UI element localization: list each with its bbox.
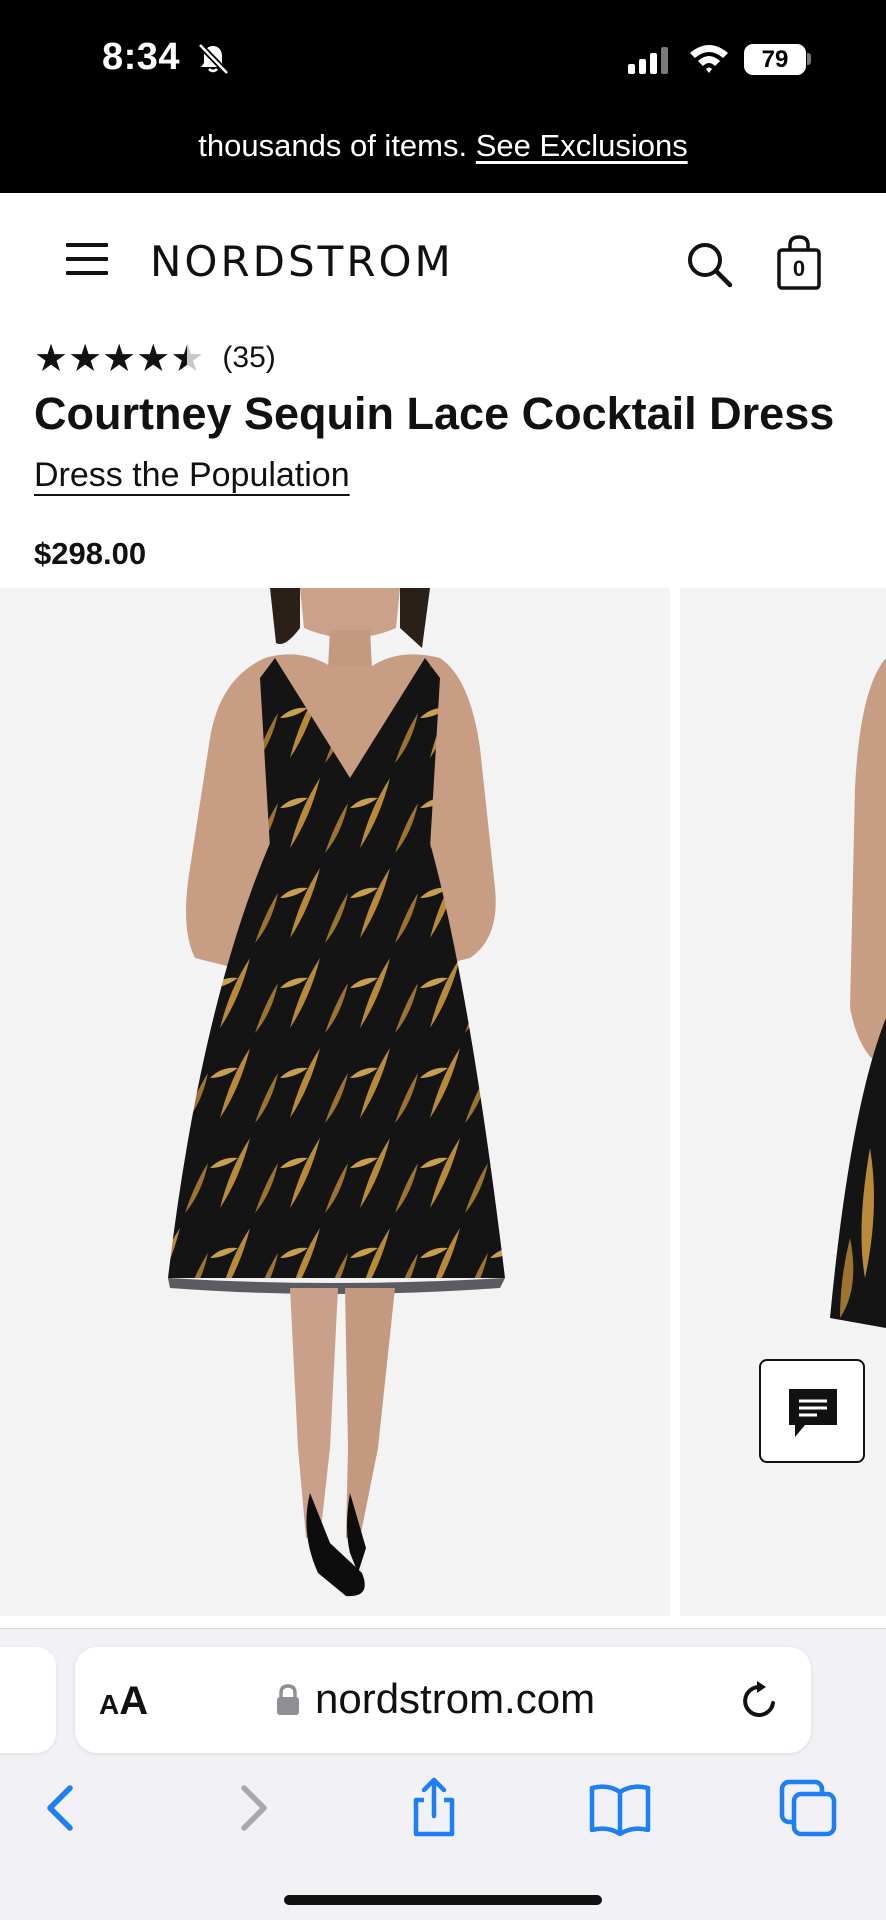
dress-photo: [168, 588, 505, 1597]
battery-tip: [807, 53, 811, 65]
reader-mode-button[interactable]: AA: [99, 1679, 148, 1724]
brand-link[interactable]: Dress the Population: [34, 456, 350, 495]
forward-icon[interactable]: [220, 1776, 284, 1840]
bag-count: 0: [792, 256, 806, 281]
star-icon: ★: [68, 336, 103, 380]
battery-indicator: 79: [744, 44, 806, 75]
search-icon[interactable]: [684, 239, 734, 289]
chat-button[interactable]: [759, 1359, 865, 1463]
address-bar[interactable]: AA nordstrom.com: [75, 1647, 811, 1753]
lock-icon: [277, 1684, 299, 1715]
promo-text: thousands of items.: [198, 128, 468, 163]
rating[interactable]: ★ ★ ★ ★ ★ (35): [34, 336, 276, 380]
see-exclusions-link[interactable]: See Exclusions: [476, 128, 688, 163]
promo-banner: thousands of items. See Exclusions: [0, 100, 886, 193]
status-bar: 8:34 79: [0, 0, 886, 100]
star-icon: ★: [34, 336, 69, 380]
wifi-icon: [690, 45, 728, 73]
star-icon: ★: [136, 336, 171, 380]
star-icon: ★: [102, 336, 137, 380]
chat-icon: [789, 1389, 837, 1437]
reader-mode-large-a: A: [119, 1679, 149, 1723]
tabs-icon[interactable]: [776, 1776, 840, 1840]
browser-toolbar: AA nordstrom.com: [0, 1628, 886, 1920]
back-icon[interactable]: [30, 1776, 94, 1840]
product-price: $298.00: [34, 536, 147, 571]
bookmarks-icon[interactable]: [588, 1776, 652, 1840]
signal-icon: [628, 47, 668, 74]
product-image-main[interactable]: [0, 588, 670, 1616]
share-icon[interactable]: [402, 1776, 466, 1840]
star-rating: ★ ★ ★ ★ ★: [34, 336, 205, 380]
home-indicator: [284, 1895, 602, 1905]
url-text[interactable]: nordstrom.com: [315, 1675, 595, 1723]
hamburger-menu-icon[interactable]: [66, 241, 108, 277]
review-count[interactable]: (35): [222, 341, 275, 375]
status-time: 8:34: [102, 36, 181, 78]
previous-tab-peek[interactable]: [0, 1647, 56, 1753]
brand-logo[interactable]: NORDSTROM: [150, 237, 454, 286]
product-image-carousel[interactable]: [0, 588, 886, 1616]
reader-mode-small-a: A: [99, 1689, 120, 1720]
shopping-bag-button[interactable]: 0: [776, 235, 822, 291]
bell-slash-icon: [197, 42, 230, 76]
site-header: NORDSTROM 0: [0, 193, 886, 333]
star-icon: ★: [170, 336, 205, 380]
product-title: Courtney Sequin Lace Cocktail Dress: [34, 388, 835, 439]
reload-icon[interactable]: [739, 1679, 781, 1721]
